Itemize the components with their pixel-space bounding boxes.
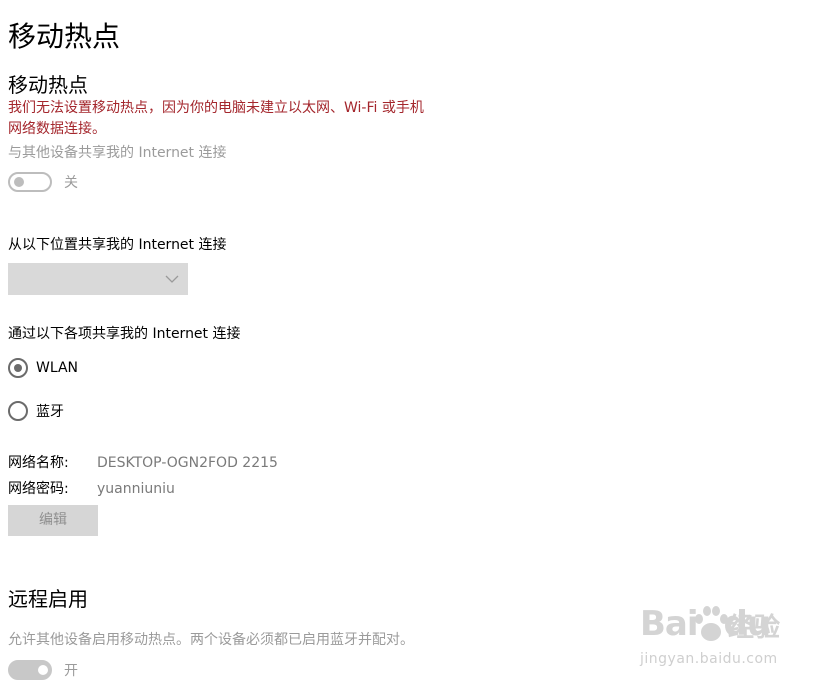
baidu-watermark: Bai du 经验 jingyan.baidu.com xyxy=(640,602,780,676)
hotspot-error-line2: 网络数据连接。 xyxy=(8,121,106,137)
baidu-paw-icon xyxy=(695,606,728,641)
remote-toggle[interactable] xyxy=(8,660,52,680)
network-name-value: DESKTOP-OGN2FOD 2215 xyxy=(97,455,278,471)
page-title: 移动热点 xyxy=(8,20,121,53)
radio-bluetooth[interactable] xyxy=(8,401,28,421)
watermark-bai: Bai xyxy=(640,604,699,644)
watermark-jingyan: 经验 xyxy=(728,613,781,643)
share-over-label: 通过以下各项共享我的 Internet 连接 xyxy=(8,326,241,342)
hotspot-section-title: 移动热点 xyxy=(8,73,88,97)
hotspot-error-line1: 我们无法设置移动热点，因为你的电脑未建立以太网、Wi-Fi 或手机 xyxy=(8,100,424,116)
remote-section-title: 远程启用 xyxy=(8,587,88,611)
edit-button[interactable]: 编辑 xyxy=(8,505,98,536)
network-password-value: yuanniuniu xyxy=(97,481,175,497)
remote-toggle-knob xyxy=(38,665,48,675)
radio-bluetooth-label[interactable]: 蓝牙 xyxy=(36,402,64,422)
hotspot-toggle-state: 关 xyxy=(64,175,78,191)
hotspot-error-message: 我们无法设置移动热点，因为你的电脑未建立以太网、Wi-Fi 或手机 网络数据连接… xyxy=(8,98,478,140)
network-name-label: 网络名称: xyxy=(8,455,69,471)
watermark-url: jingyan.baidu.com xyxy=(640,651,778,667)
remote-description: 允许其他设备启用移动热点。两个设备必须都已启用蓝牙并配对。 xyxy=(8,632,414,648)
radio-wlan-dot xyxy=(14,364,22,372)
hotspot-toggle-knob xyxy=(14,177,24,187)
radio-wlan[interactable] xyxy=(8,358,28,378)
remote-toggle-state: 开 xyxy=(64,663,78,679)
network-password-label: 网络密码: xyxy=(8,481,69,497)
hotspot-toggle[interactable] xyxy=(8,172,52,192)
share-from-label: 从以下位置共享我的 Internet 连接 xyxy=(8,237,227,253)
settings-page: 移动热点 移动热点 我们无法设置移动热点，因为你的电脑未建立以太网、Wi-Fi … xyxy=(0,0,816,689)
chevron-down-icon xyxy=(165,275,179,283)
radio-wlan-label[interactable]: WLAN xyxy=(36,358,78,378)
share-connection-label: 与其他设备共享我的 Internet 连接 xyxy=(8,145,227,161)
share-from-dropdown[interactable] xyxy=(8,263,188,295)
